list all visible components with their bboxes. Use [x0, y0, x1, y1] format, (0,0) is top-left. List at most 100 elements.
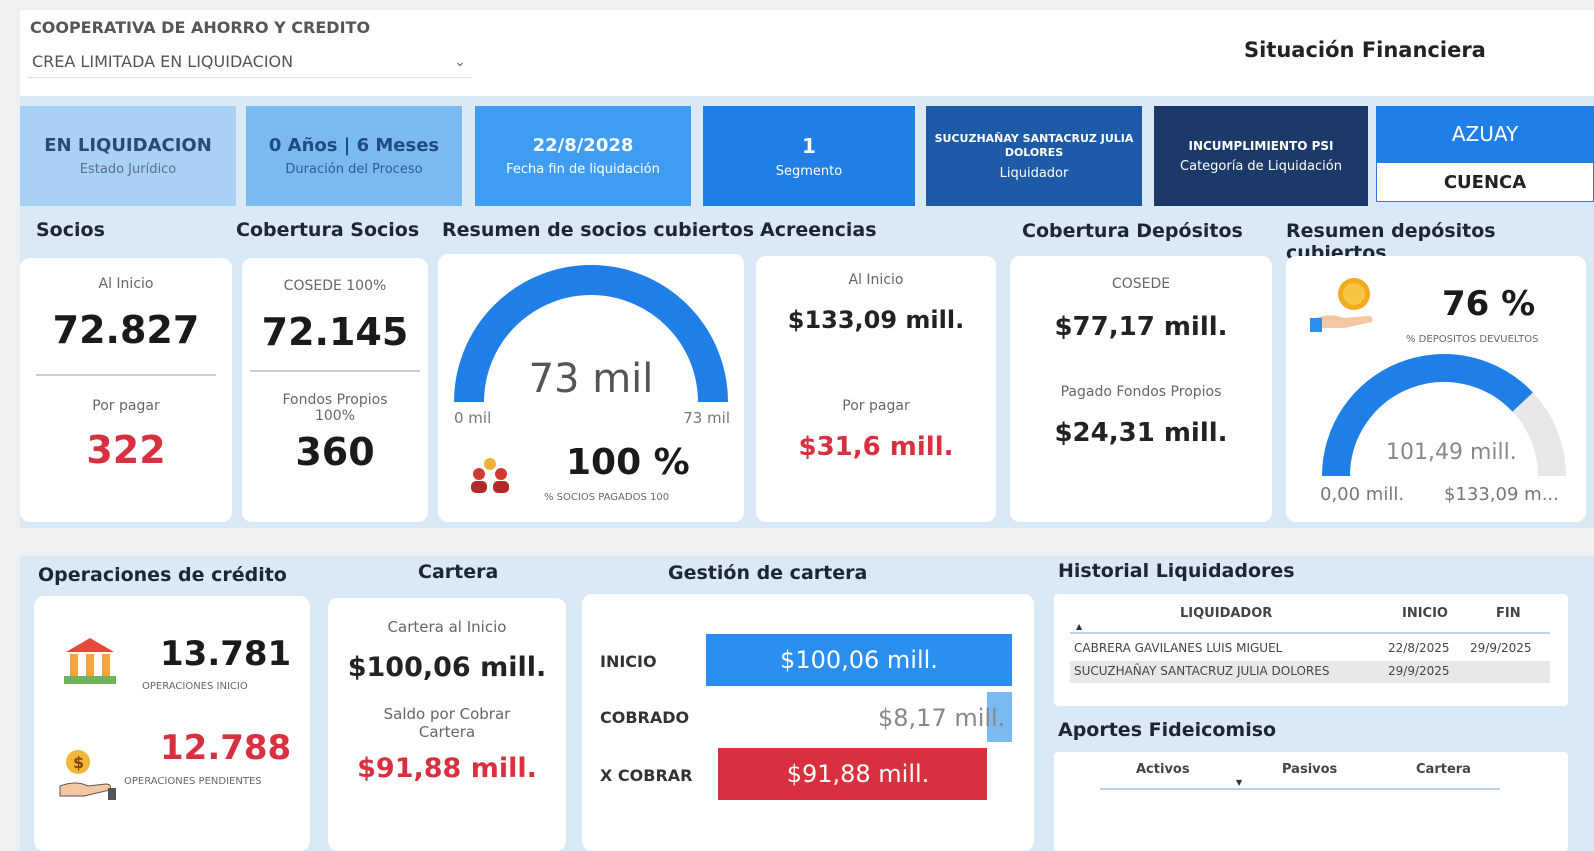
- kpi-duracion-value: 0 Años | 6 Meses: [268, 135, 440, 156]
- section-title-aportes: Aportes Fideicomiso: [1058, 719, 1277, 741]
- cartera-inicio-label: Cartera al Inicio: [387, 618, 507, 636]
- socios-pagar-label: Por pagar: [92, 398, 160, 414]
- kpi-categoria-value: INCUMPLIMIENTO PSI: [1188, 138, 1334, 153]
- card-socios: Al Inicio 72.827 Por pagar 322: [20, 258, 232, 522]
- kpi-fecha-value: 22/8/2028: [532, 135, 634, 156]
- coop-label: COOPERATIVA DE AHORRO Y CREDITO: [30, 18, 371, 37]
- aportes-header-pasivos[interactable]: Pasivos: [1282, 762, 1337, 777]
- operaciones-inicio-value: 13.781: [160, 634, 292, 674]
- cobertura-propios-label: Fondos Propios 100%: [282, 392, 388, 424]
- acreencias-inicio-value: $133,09 mill.: [787, 306, 965, 334]
- cartera-saldo-value: $91,88 mill.: [357, 753, 537, 784]
- kpi-estado-value: EN LIQUIDACION: [44, 135, 212, 156]
- kpi-categoria: INCUMPLIMIENTO PSI Categoría de Liquidac…: [1154, 106, 1368, 206]
- socios-inicio-value: 72.827: [52, 308, 200, 352]
- card-resumen-depositos: 76 % % DEPOSITOS DEVUELTOS 101,49 mill. …: [1286, 256, 1586, 522]
- gauge-depositos-min: 0,00 mill.: [1320, 484, 1405, 505]
- cartera-saldo-label: Saldo por Cobrar Cartera: [383, 705, 511, 741]
- depositos-cosede-label: COSEDE: [1111, 276, 1171, 292]
- acreencias-pagar-label: Por pagar: [842, 398, 910, 414]
- coop-dropdown[interactable]: CREA LIMITADA EN LIQUIDACION ⌄: [28, 46, 472, 78]
- section-title-cobertura-socios: Cobertura Socios: [236, 219, 420, 241]
- section-title-resumen-socios: Resumen de socios cubiertos: [442, 219, 754, 241]
- kpi-categoria-caption: Categoría de Liquidación: [1180, 158, 1342, 174]
- card-aportes: Activos Pasivos Cartera ▼: [1054, 752, 1568, 851]
- kpi-segmento-value: 1: [802, 133, 816, 158]
- historial-header-inicio[interactable]: INICIO: [1402, 606, 1448, 621]
- kpi-estado-caption: Estado Jurídico: [79, 162, 177, 177]
- hand-coin-icon: $: [54, 742, 118, 804]
- gauge-socios-min: 0 mil: [454, 409, 492, 427]
- historial-row1-name: CABRERA GAVILANES LUIS MIGUEL: [1074, 641, 1283, 655]
- section-title-cobertura-depositos: Cobertura Depósitos: [1022, 220, 1243, 242]
- section-title-historial: Historial Liquidadores: [1058, 560, 1295, 582]
- gestion-value-cobrado: $8,17 mill.: [878, 704, 1006, 732]
- kpi-fecha-caption: Fecha fin de liquidación: [506, 162, 660, 177]
- historial-row1-inicio: 22/8/2025: [1388, 641, 1450, 655]
- sort-icon: ▼: [1236, 778, 1243, 787]
- card-acreencias: Al Inicio $133,09 mill. Por pagar $31,6 …: [756, 256, 996, 522]
- section-title-operaciones: Operaciones de crédito: [38, 564, 287, 586]
- gestion-label-inicio: INICIO: [600, 652, 657, 671]
- gauge-socios: [454, 265, 728, 403]
- people-icon: [466, 454, 514, 494]
- aportes-header-cartera[interactable]: Cartera: [1416, 762, 1471, 777]
- chevron-down-icon: ⌄: [454, 53, 466, 70]
- table-row[interactable]: CABRERA GAVILANES LUIS MIGUEL 22/8/2025 …: [1070, 638, 1550, 660]
- gauge-socios-max: 73 mil: [683, 409, 730, 427]
- kpi-duracion-caption: Duración del Proceso: [285, 162, 423, 177]
- card-cobertura-socios: COSEDE 100% 72.145 Fondos Propios 100% 3…: [242, 258, 428, 522]
- kpi-ciudad: CUENCA: [1376, 162, 1594, 202]
- cobertura-cosede-label: COSEDE 100%: [283, 278, 387, 294]
- gestion-value-inicio: $100,06 mill.: [780, 646, 938, 674]
- coop-dropdown-value: CREA LIMITADA EN LIQUIDACION: [32, 52, 294, 71]
- kpi-estado: EN LIQUIDACION Estado Jurídico: [20, 106, 236, 206]
- historial-row2-name: SUCUZHAÑAY SANTACRUZ JULIA DOLORES: [1074, 664, 1330, 678]
- historial-row2-inicio: 29/9/2025: [1388, 664, 1450, 678]
- section-title-gestion: Gestión de cartera: [668, 562, 868, 584]
- kpi-liquidador-caption: Liquidador: [999, 165, 1069, 181]
- card-operaciones: 13.781 OPERACIONES INICIO $ 12.788 OPERA…: [34, 596, 310, 851]
- kpi-segmento-caption: Segmento: [775, 163, 843, 179]
- depositos-cosede-value: $77,17 mill.: [1054, 312, 1228, 342]
- depositos-propios-label: Pagado Fondos Propios: [1060, 384, 1222, 400]
- gauge-depositos-max: $133,09 m...: [1444, 484, 1559, 505]
- kpi-segmento: 1 Segmento: [703, 106, 915, 206]
- gestion-label-xcobrar: X COBRAR: [600, 766, 693, 785]
- gauge-socios-percent-label: % SOCIOS PAGADOS 100: [544, 492, 670, 503]
- kpi-liquidador-value: SUCUZHAÑAY SANTACRUZ JULIA DOLORES: [934, 131, 1134, 159]
- kpi-duracion: 0 Años | 6 Meses Duración del Proceso: [246, 106, 462, 206]
- gauge-socios-percent: 100 %: [566, 442, 690, 483]
- gauge-depositos-center: 101,49 mill.: [1386, 440, 1517, 465]
- page-title: Situación Financiera: [1244, 38, 1486, 62]
- operaciones-inicio-label: OPERACIONES INICIO: [142, 681, 248, 692]
- acreencias-pagar-value: $31,6 mill.: [798, 432, 954, 462]
- bank-money-icon: [62, 634, 118, 686]
- cobertura-propios-value: 360: [295, 430, 375, 474]
- divider: [250, 370, 420, 372]
- operaciones-pend-value: 12.788: [160, 728, 292, 768]
- kpi-provincia: AZUAY: [1376, 106, 1594, 162]
- section-title-cartera: Cartera: [418, 561, 499, 583]
- historial-row1-fin: 29/9/2025: [1470, 641, 1532, 655]
- card-cartera: Cartera al Inicio $100,06 mill. Saldo po…: [328, 598, 566, 851]
- kpi-fecha: 22/8/2028 Fecha fin de liquidación: [475, 106, 691, 206]
- historial-header-liquidador[interactable]: LIQUIDADOR: [1180, 606, 1272, 621]
- gauge-socios-center: 73 mil: [528, 356, 654, 402]
- historial-header-rule: [1070, 632, 1550, 634]
- section-title-acreencias: Acreencias: [760, 219, 877, 241]
- socios-pagar-value: 322: [86, 428, 166, 472]
- sort-icon: ▲: [1076, 622, 1083, 631]
- table-row[interactable]: SUCUZHAÑAY SANTACRUZ JULIA DOLORES 29/9/…: [1070, 661, 1550, 683]
- socios-inicio-label: Al Inicio: [98, 276, 154, 292]
- card-historial: ▲ LIQUIDADOR INICIO FIN CABRERA GAVILANE…: [1054, 594, 1568, 706]
- aportes-header-rule: [1100, 788, 1500, 790]
- aportes-header-activos[interactable]: Activos: [1136, 762, 1190, 777]
- operaciones-pend-label: OPERACIONES PENDIENTES: [124, 776, 262, 787]
- cartera-inicio-value: $100,06 mill.: [347, 652, 547, 683]
- historial-header-fin[interactable]: FIN: [1496, 606, 1521, 621]
- section-title-socios: Socios: [36, 219, 105, 241]
- card-resumen-socios: 73 mil 0 mil 73 mil 100 % % SOCIOS PAGAD…: [438, 254, 744, 522]
- card-gestion: INICIO COBRADO X COBRAR $100,06 mill. $8…: [582, 594, 1034, 851]
- gestion-value-xcobrar: $91,88 mill.: [786, 760, 930, 788]
